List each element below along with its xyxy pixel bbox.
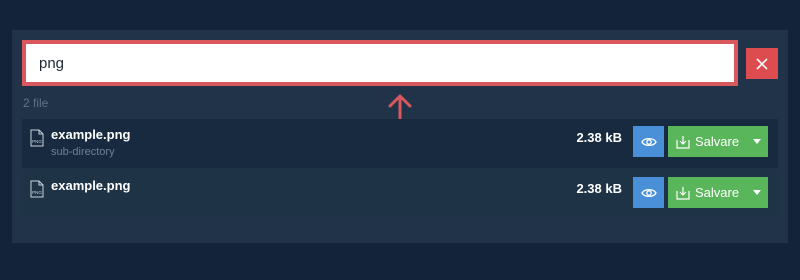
file-row: PNG example.png 2.38 kB Salvare: [22, 170, 778, 216]
png-file-icon: PNG: [30, 180, 44, 198]
caret-down-icon: [753, 139, 761, 144]
caret-down-icon: [753, 190, 761, 195]
file-name[interactable]: example.png: [51, 178, 130, 193]
search-field-container: [22, 40, 738, 86]
save-file-button[interactable]: Salvare: [668, 177, 768, 208]
result-count: 2 file: [23, 96, 49, 110]
view-file-button[interactable]: [633, 126, 664, 157]
download-icon: [676, 135, 690, 149]
save-button-label: Salvare: [695, 134, 740, 149]
download-icon: [676, 186, 690, 200]
eye-icon: [640, 188, 657, 197]
save-file-main[interactable]: Salvare: [668, 126, 746, 157]
file-icon-label: PNG: [32, 190, 42, 195]
clear-search-button[interactable]: [746, 48, 778, 79]
png-file-icon: PNG: [30, 129, 44, 147]
file-size: 2.38 kB: [576, 181, 622, 196]
file-name[interactable]: example.png: [51, 127, 130, 142]
save-button-label: Salvare: [695, 185, 740, 200]
file-icon-label: PNG: [32, 139, 42, 144]
file-row: PNG example.png sub-directory 2.38 kB Sa…: [22, 119, 778, 168]
file-subdirectory: sub-directory: [51, 146, 115, 158]
eye-icon: [640, 137, 657, 146]
save-file-button[interactable]: Salvare: [668, 126, 768, 157]
view-file-button[interactable]: [633, 177, 664, 208]
search-input[interactable]: [26, 44, 734, 82]
save-options-dropdown[interactable]: [746, 177, 768, 208]
close-icon: [756, 57, 768, 70]
save-options-dropdown[interactable]: [746, 126, 768, 157]
file-size: 2.38 kB: [576, 130, 622, 145]
save-file-main[interactable]: Salvare: [668, 177, 746, 208]
